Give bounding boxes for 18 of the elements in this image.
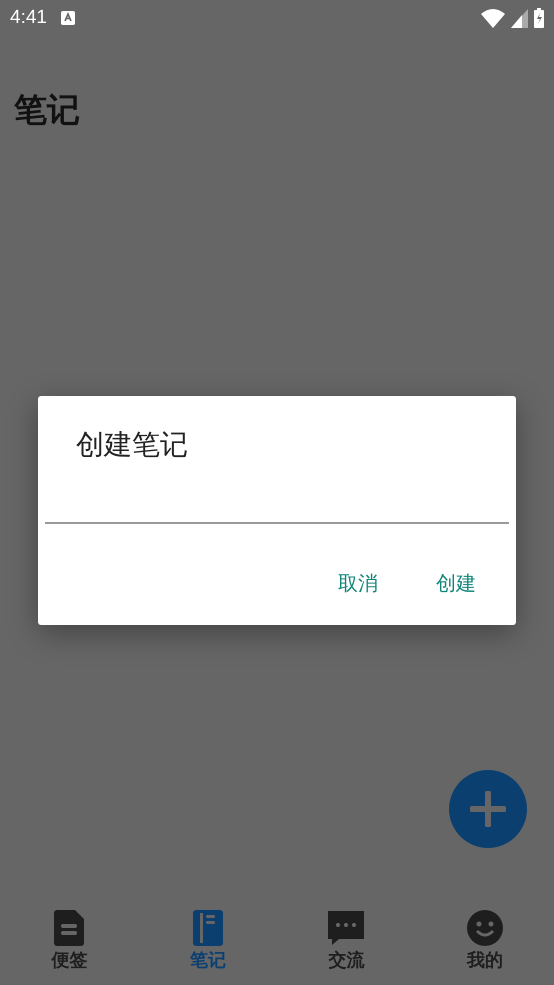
- notebook-icon: [192, 910, 223, 946]
- battery-icon: [534, 8, 544, 28]
- chat-icon: [328, 911, 364, 945]
- status-time: 4:41: [10, 7, 47, 29]
- create-button[interactable]: 创建: [430, 566, 482, 601]
- page-title: 笔记: [14, 89, 81, 131]
- wifi-icon: [481, 8, 505, 28]
- keyboard-icon: [60, 11, 75, 25]
- smiley-icon: [466, 910, 503, 946]
- nav-tab[interactable]: 交流: [277, 900, 416, 985]
- nav-tab[interactable]: 笔记: [138, 900, 277, 985]
- signal-icon: [511, 8, 528, 28]
- plus-icon: [470, 791, 506, 827]
- cancel-button[interactable]: 取消: [332, 566, 384, 601]
- dialog-title: 创建笔记: [76, 427, 188, 463]
- nav-tab[interactable]: 便签: [0, 900, 138, 985]
- document-icon: [54, 910, 84, 946]
- nav-tab[interactable]: 我的: [416, 900, 554, 985]
